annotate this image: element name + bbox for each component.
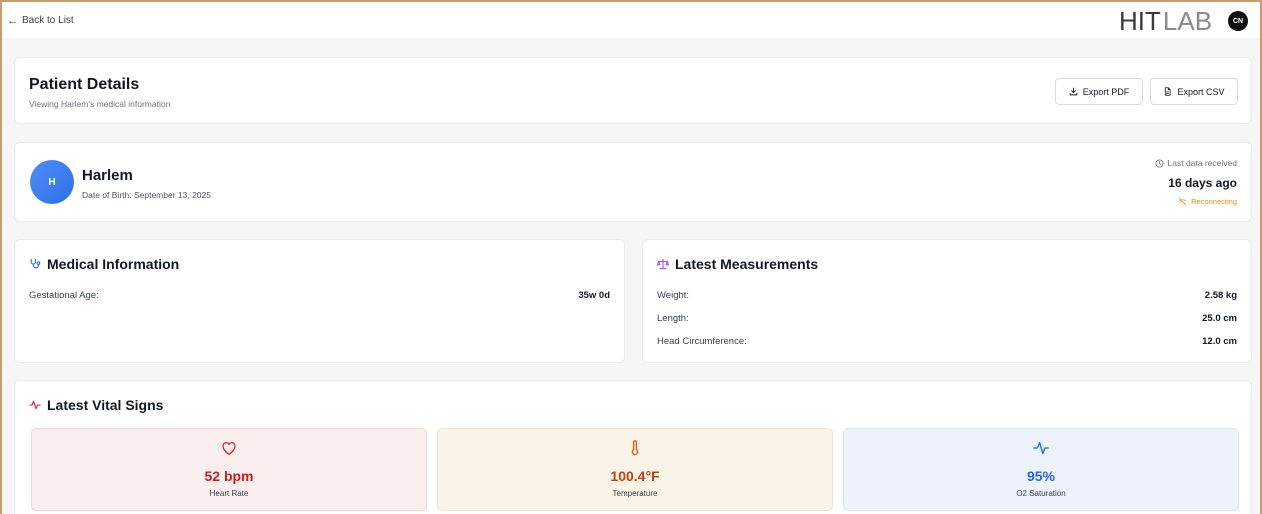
patient-dob: Date of Birth: September 13, 2025 bbox=[82, 190, 211, 200]
last-data-label: Last data received bbox=[1167, 158, 1237, 168]
o2-saturation-value: 95% bbox=[1026, 468, 1056, 484]
activity-icon bbox=[29, 400, 41, 410]
user-avatar[interactable]: CN bbox=[1228, 11, 1248, 31]
last-data-label-row: Last data received bbox=[1155, 158, 1237, 168]
row-label: Gestational Age: bbox=[29, 290, 99, 301]
pulse-icon bbox=[1033, 441, 1049, 455]
latest-vital-signs-card: Latest Vital Signs 52 bpm Heart Rate 100… bbox=[14, 380, 1252, 514]
wifi-off-icon bbox=[1178, 197, 1187, 206]
head-circumference-row: Head Circumference: 12.0 cm bbox=[657, 336, 1237, 350]
clock-icon bbox=[1155, 158, 1164, 168]
weight-row: Weight: 2.58 kg bbox=[657, 290, 1237, 304]
file-text-icon bbox=[1165, 87, 1172, 96]
heart-icon bbox=[222, 442, 236, 455]
back-to-list-link[interactable]: ← Back to List bbox=[7, 15, 74, 26]
thermometer-icon bbox=[631, 440, 639, 456]
scale-icon bbox=[657, 258, 669, 270]
brand-logo: HIT LAB bbox=[1119, 5, 1213, 36]
top-bar: ← Back to List HIT LAB CN bbox=[2, 2, 1260, 38]
o2-saturation-label: O2 Saturation bbox=[1016, 489, 1066, 498]
temperature-label: Temperature bbox=[612, 489, 658, 498]
app-frame: ← Back to List HIT LAB CN Patient Details… bbox=[0, 0, 1262, 514]
row-value: 12.0 cm bbox=[1202, 336, 1237, 347]
patient-info-card: H Harlem Date of Birth: September 13, 20… bbox=[14, 142, 1252, 222]
row-label: Length: bbox=[657, 313, 689, 324]
heart-rate-value: 52 bpm bbox=[204, 468, 254, 484]
page-subtitle: Viewing Harlem's medical information bbox=[29, 99, 171, 109]
medical-information-card: Medical Information Gestational Age: 35w… bbox=[14, 239, 625, 363]
export-csv-label: Export CSV bbox=[1177, 86, 1225, 97]
length-row: Length: 25.0 cm bbox=[657, 313, 1237, 327]
row-value: 35w 0d bbox=[578, 290, 610, 301]
connection-status-label: Reconnecting bbox=[1191, 197, 1237, 206]
row-value: 2.58 kg bbox=[1204, 290, 1237, 301]
brand-part-2: LAB bbox=[1162, 5, 1213, 36]
patient-avatar: H bbox=[30, 160, 74, 204]
o2-saturation-tile: 95% O2 Saturation bbox=[843, 428, 1239, 511]
heart-rate-label: Heart Rate bbox=[209, 489, 249, 498]
stethoscope-icon bbox=[30, 258, 41, 269]
page-title: Patient Details bbox=[29, 76, 140, 93]
latest-measurements-title-text: Latest Measurements bbox=[675, 256, 819, 272]
back-to-list-label: Back to List bbox=[22, 15, 74, 26]
medical-information-title: Medical Information bbox=[29, 256, 179, 272]
medical-information-title-text: Medical Information bbox=[47, 256, 180, 272]
row-value: 25.0 cm bbox=[1202, 313, 1237, 324]
latest-vital-signs-title: Latest Vital Signs bbox=[29, 397, 163, 413]
arrow-left-icon: ← bbox=[7, 14, 18, 27]
connection-status: Reconnecting bbox=[1178, 197, 1237, 206]
row-label: Head Circumference: bbox=[657, 336, 747, 347]
last-data-value: 16 days ago bbox=[1168, 176, 1237, 190]
export-pdf-button[interactable]: Export PDF bbox=[1055, 78, 1143, 105]
export-csv-button[interactable]: Export CSV bbox=[1150, 78, 1238, 105]
latest-measurements-title: Latest Measurements bbox=[657, 256, 818, 272]
heart-rate-tile: 52 bpm Heart Rate bbox=[31, 428, 427, 511]
latest-vital-signs-title-text: Latest Vital Signs bbox=[47, 397, 164, 413]
gestational-age-row: Gestational Age: 35w 0d bbox=[29, 290, 610, 304]
temperature-value: 100.4°F bbox=[610, 468, 660, 484]
export-pdf-label: Export PDF bbox=[1082, 86, 1130, 97]
patient-details-header-card: Patient Details Viewing Harlem's medical… bbox=[14, 57, 1252, 124]
download-icon bbox=[1069, 87, 1078, 96]
brand-part-1: HIT bbox=[1119, 5, 1161, 36]
patient-name: Harlem bbox=[82, 167, 133, 184]
temperature-tile: 100.4°F Temperature bbox=[437, 428, 833, 511]
latest-measurements-card: Latest Measurements Weight: 2.58 kg Leng… bbox=[642, 239, 1252, 363]
row-label: Weight: bbox=[657, 290, 690, 301]
